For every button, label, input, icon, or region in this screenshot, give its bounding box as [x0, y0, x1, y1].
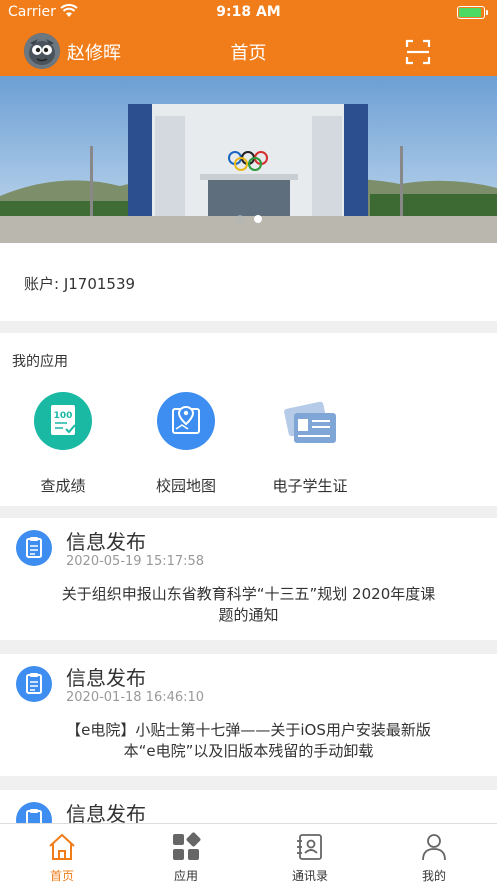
tab-apps[interactable]: 应用: [124, 824, 248, 883]
profile-icon: [419, 832, 449, 862]
post-time: 2020-01-18 16:46:10: [66, 690, 205, 705]
post-card[interactable]: 信息发布 2020-05-19 15:17:58 关于组织申报山东省教育科学“十…: [0, 518, 497, 640]
post-title: 信息发布: [66, 530, 146, 554]
banner-carousel[interactable]: [0, 76, 497, 243]
post-body-line: 题的通知: [218, 606, 279, 624]
app-student-card[interactable]: 电子学生证: [255, 389, 365, 499]
tab-label: 首页: [49, 869, 74, 883]
home-icon: [47, 832, 77, 862]
post-body: 关于组织申报山东省教育科学“十三五”规划 2020年度课 题的通知: [40, 584, 457, 626]
status-bar: Carrier 9:18 AM: [0, 0, 497, 26]
clipboard-icon: [16, 802, 52, 823]
clipboard-icon: [16, 530, 52, 566]
post-body-line: 【e电院】小贴士第十七弹——关于iOS用户安装最新版: [66, 721, 431, 739]
scan-qr-icon[interactable]: [405, 39, 431, 65]
tab-contacts[interactable]: 通讯录: [248, 824, 372, 883]
carousel-dot[interactable]: [235, 215, 244, 223]
app-check-score[interactable]: 100 查成绩: [8, 389, 118, 499]
svg-text:100: 100: [54, 411, 73, 421]
student-card-icon: [280, 391, 340, 451]
my-apps-section: 我的应用 100 查成绩 校园地图 电子学生证: [0, 333, 497, 506]
app-label: 电子学生证: [272, 477, 348, 495]
app-label: 查成绩: [40, 477, 86, 495]
contacts-icon: [295, 832, 325, 862]
post-body-line: 本“e电院”以及旧版本残留的手动卸载: [123, 742, 374, 760]
app-campus-map[interactable]: 校园地图: [131, 389, 241, 499]
post-body-line: 关于组织申报山东省教育科学“十三五”规划 2020年度课: [61, 585, 436, 603]
carousel-dots: [0, 208, 497, 227]
carousel-dot-active[interactable]: [253, 215, 262, 223]
clipboard-icon: [16, 666, 52, 702]
tab-profile[interactable]: 我的: [372, 824, 496, 883]
tab-label: 通讯录: [291, 869, 328, 883]
section-title: 我的应用: [12, 354, 68, 370]
account-id: 账户: J1701539: [24, 275, 136, 293]
status-time: 9:18 AM: [216, 4, 281, 20]
battery-icon: [457, 6, 488, 19]
post-card[interactable]: 信息发布: [0, 790, 497, 823]
post-body: 【e电院】小贴士第十七弹——关于iOS用户安装最新版 本“e电院”以及旧版本残留…: [40, 720, 457, 762]
tab-home[interactable]: 首页: [0, 824, 124, 883]
tab-bar: 首页 应用 通讯录 我的: [0, 823, 497, 883]
post-title: 信息发布: [66, 802, 146, 823]
nav-bar: 赵修晖 首页: [0, 26, 497, 76]
account-section: 账户: J1701539: [0, 243, 497, 321]
post-title: 信息发布: [66, 666, 146, 690]
tab-label: 我的: [421, 869, 446, 883]
post-time: 2020-05-19 15:17:58: [66, 554, 205, 569]
tab-label: 应用: [173, 869, 198, 883]
post-card[interactable]: 信息发布 2020-01-18 16:46:10 【e电院】小贴士第十七弹——关…: [0, 654, 497, 776]
apps-grid-icon: [171, 832, 201, 862]
app-label: 校园地图: [155, 477, 216, 495]
score-100-icon: 100: [33, 391, 93, 451]
map-pin-icon: [156, 391, 216, 451]
